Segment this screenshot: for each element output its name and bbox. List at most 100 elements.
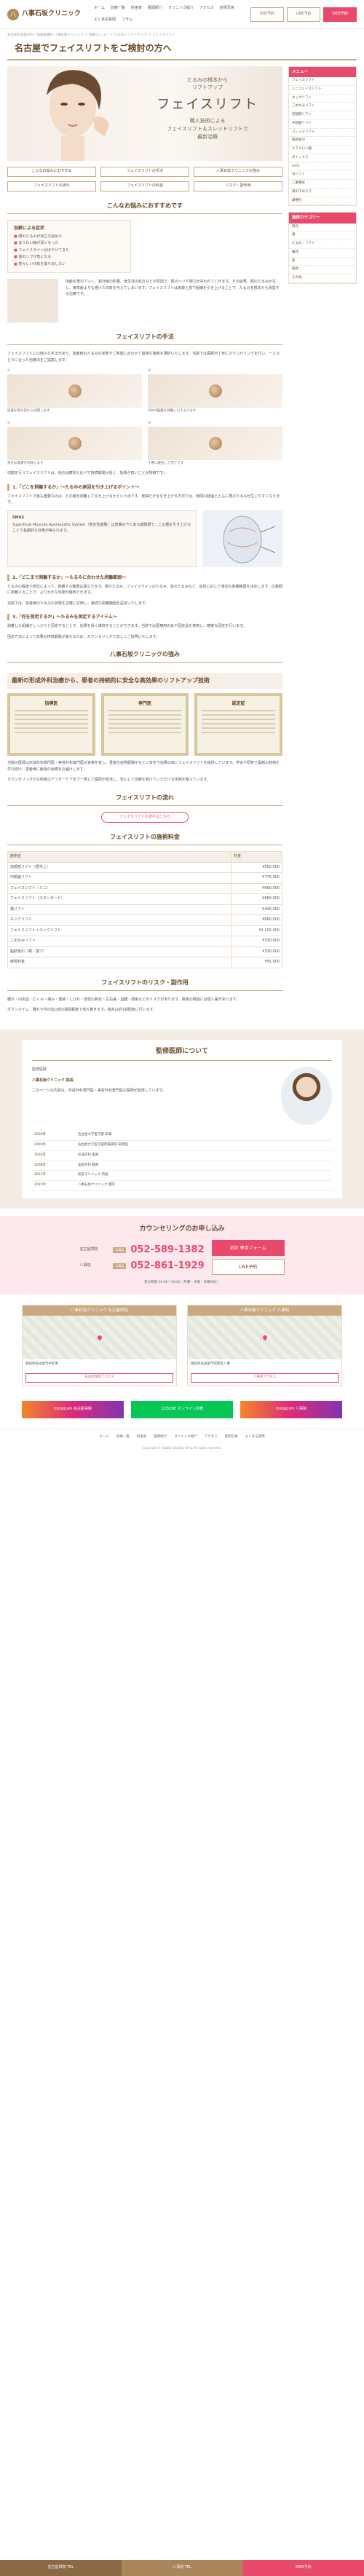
- table-row: 2002年 形成外科 医員: [32, 1150, 332, 1161]
- history-text: 八事石坂クリニック 開院: [76, 1180, 332, 1191]
- gnav-item[interactable]: コラム: [122, 17, 132, 23]
- gnav-item[interactable]: クリニック紹介: [168, 6, 194, 12]
- fixed-bottom-bar: 名古屋栄院 TEL 八事院 TEL WEB予約: [0, 2560, 364, 2576]
- gnav-item[interactable]: アクセス: [199, 6, 214, 12]
- map[interactable]: [23, 1316, 176, 1360]
- tab-price[interactable]: フェイスリフトの料金: [100, 181, 189, 191]
- footer-link[interactable]: アクセス: [205, 1435, 218, 1440]
- sidebar-item[interactable]: 肌: [289, 258, 356, 266]
- sidebar-item[interactable]: ヒアルロン酸: [289, 146, 356, 154]
- certificate: 認定証: [194, 693, 282, 756]
- tab-risk[interactable]: リスク・副作用: [194, 181, 282, 191]
- method-1-text: フェイスリフトで最も重要なのは、どの層を剥離して引き上げるかという点です。皮膚だ…: [7, 494, 280, 505]
- methods-body: 切開を行うフェイスリフトは、他の治療法と比べて持続期間が長く、効果が高いことが特…: [7, 471, 167, 476]
- method-2-heading: 2.「どこまで剥離するか」〜たるみに合わせた剥離範囲〜: [7, 574, 282, 581]
- sidebar-item[interactable]: 前額部リフト: [289, 111, 356, 120]
- sidebar-item[interactable]: フェイスリフト: [289, 77, 356, 86]
- footer-link[interactable]: ホーム: [99, 1435, 108, 1440]
- sidebar-item[interactable]: 糸リフト: [289, 171, 356, 180]
- supervisor-desc: このページの内容は、形成外科専門医・美容外科専門医の医師が監修しています。: [32, 1089, 167, 1094]
- tab-flow[interactable]: フェイスリフトの流れ: [7, 181, 96, 191]
- sidebar-item[interactable]: ミニフェイスリフト: [289, 86, 356, 95]
- certificates: 指導医 専門医 認定証: [7, 693, 282, 756]
- method-3-heading: 3.「何を使用するか」〜たるみを固定するアイテム〜: [7, 614, 282, 621]
- gnav-item[interactable]: 診療一覧: [111, 6, 125, 12]
- tab-concerns[interactable]: こんなお悩みにおすすめ: [7, 166, 96, 177]
- gnav-item[interactable]: 料金表: [131, 6, 142, 12]
- fixbar-web-reserve[interactable]: WEB予約: [242, 2560, 364, 2576]
- step-caption: 丁寧に縫合して完了です: [148, 461, 184, 465]
- procedure-step: ④ 丁寧に縫合して完了です: [148, 420, 282, 467]
- gnav-item[interactable]: よくある質問: [94, 17, 116, 23]
- footer-link[interactable]: 症例写真: [225, 1435, 238, 1440]
- step-caption: 皮膚を耳の前から切開します: [7, 409, 50, 413]
- price-name: こめかみリフト: [7, 936, 232, 947]
- access-title: 八事石坂クリニック 名古屋栄院: [23, 1305, 176, 1316]
- gnav-item[interactable]: ホーム: [94, 6, 105, 12]
- footer-link[interactable]: クリニック紹介: [174, 1435, 197, 1440]
- phone-label: 名古屋栄院: [79, 1246, 98, 1252]
- instagram-banner[interactable]: Instagram 名古屋栄院: [22, 1400, 124, 1418]
- sidebar-item[interactable]: 目の下のクマ: [289, 189, 356, 197]
- footer-link[interactable]: よくある質問: [245, 1435, 265, 1440]
- line-button[interactable]: LINE予約: [211, 1259, 285, 1276]
- sidebar-item[interactable]: スレッドリフト: [289, 129, 356, 138]
- footer-link[interactable]: 医師紹介: [154, 1435, 167, 1440]
- sidebar-item[interactable]: 二重整形: [289, 180, 356, 189]
- line-reserve-button[interactable]: LINE予約: [287, 7, 320, 22]
- access-card: 八事石坂クリニック 八事院 愛知県名古屋市昭和区八事 八事院アクセス: [187, 1305, 342, 1386]
- price-value: ¥55,000: [231, 957, 282, 968]
- phone-number-sakae[interactable]: 052-589-1382: [130, 1243, 204, 1257]
- tab-strengths[interactable]: 八事石坂クリニックの強み: [194, 166, 282, 177]
- line-banner[interactable]: 公式LINE オンライン診療: [131, 1400, 233, 1418]
- sidebar-item[interactable]: 輪郭: [289, 249, 356, 258]
- page: 八 八事石坂クリニック ホーム 診療一覧 料金表 医師紹介 クリニック紹介 アク…: [0, 0, 364, 2576]
- smas-description: SMAS Superficial Musculo Aponeurotic Sys…: [7, 510, 197, 567]
- access-button[interactable]: 名古屋栄院アクセス: [25, 1373, 173, 1383]
- table-row: 2012年 美容クリニック 院長: [32, 1170, 332, 1181]
- sidebar-item[interactable]: 脂肪: [289, 266, 356, 274]
- sidebar-item[interactable]: 鼻: [289, 232, 356, 240]
- sidebar-item[interactable]: その他: [289, 274, 356, 283]
- price-name: ネックリフト: [7, 914, 232, 926]
- phone-number-yagoto[interactable]: 052-861-1929: [130, 1259, 204, 1273]
- sidebar-item[interactable]: こめかみリフト: [289, 103, 356, 111]
- table-row: ネックリフト ¥660,000: [7, 914, 282, 926]
- reserve-button[interactable]: 初診予約: [250, 7, 284, 22]
- phone-badge: お電話: [113, 1246, 127, 1253]
- form-button[interactable]: 初診 専用フォーム: [211, 1240, 285, 1257]
- flow-link[interactable]: フェイスリフトの流れはこちら: [101, 811, 189, 823]
- fixbar-tel-yagoto[interactable]: 八事院 TEL: [121, 2560, 243, 2576]
- price-name: 前額部リフト（眉毛上）: [7, 861, 232, 874]
- sidebar-item[interactable]: ネックリフト: [289, 95, 356, 103]
- footer-link[interactable]: 料金表: [137, 1435, 147, 1440]
- access-address: 愛知県名古屋市中区栄: [25, 1362, 58, 1367]
- sidebar-item[interactable]: 中顔面リフト: [289, 120, 356, 129]
- price-col-price: 料金: [231, 851, 282, 863]
- footer-nav: ホーム 診療一覧 料金表 医師紹介 クリニック紹介 アクセス 症例写真 よくある…: [0, 1428, 364, 1446]
- instagram-banner[interactable]: Instagram 八事院: [240, 1400, 342, 1418]
- map[interactable]: [188, 1316, 341, 1360]
- sidebar-item[interactable]: HIFU: [289, 163, 356, 172]
- sidebar-item[interactable]: 目元: [289, 224, 356, 232]
- sidebar-item[interactable]: 脂肪吸引: [289, 137, 356, 146]
- site-header: 八 八事石坂クリニック ホーム 診療一覧 料金表 医師紹介 クリニック紹介 アク…: [0, 0, 364, 29]
- procedure-step: ② SMAS筋膜を剥離し引き上げます: [148, 368, 282, 414]
- access-button[interactable]: 八事院アクセス: [191, 1373, 339, 1383]
- section-heading-price: フェイスリフトの施術料金: [7, 833, 282, 846]
- sidebar-item[interactable]: ボトックス: [289, 154, 356, 163]
- breadcrumb[interactable]: 名古屋の美容外科・美容皮膚科 八事石坂クリニック ＞ 施術メニュー ＞ たるみ・…: [0, 29, 364, 39]
- clinic-logo[interactable]: 八 八事石坂クリニック: [7, 8, 81, 20]
- footer-link[interactable]: 診療一覧: [116, 1435, 130, 1440]
- supervisor-name: 八事石坂クリニック 院長: [32, 1078, 74, 1083]
- phone-row: 名古屋栄院 お電話 052-589-1382: [79, 1243, 204, 1257]
- supervisor-top: 監修医師 八事石坂クリニック 院長 このページの内容は、形成外科専門医・美容外科…: [32, 1067, 332, 1126]
- sidebar-item[interactable]: 鼻整形: [289, 197, 356, 206]
- tab-methods[interactable]: フェイスリフトの手法: [100, 166, 189, 177]
- gnav-item[interactable]: 医師紹介: [148, 6, 162, 12]
- gnav-item[interactable]: 症例写真: [220, 6, 234, 12]
- web-reserve-button[interactable]: WEB予約: [323, 7, 357, 22]
- fixbar-tel-sakae[interactable]: 名古屋栄院 TEL: [0, 2560, 122, 2576]
- step-caption: SMAS筋膜を剥離し引き上げます: [148, 409, 197, 413]
- sidebar-item[interactable]: たるみ・リフト: [289, 240, 356, 249]
